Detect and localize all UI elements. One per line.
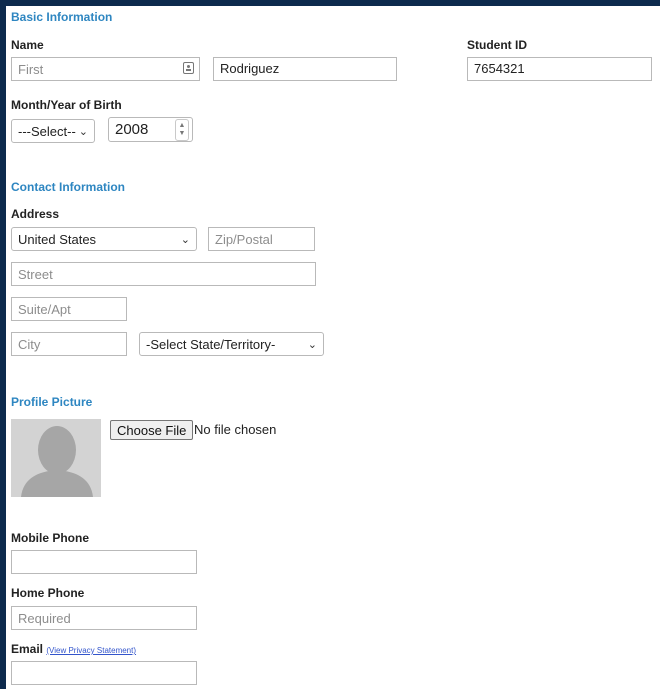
email-label: Email (11, 642, 44, 656)
avatar (11, 419, 101, 497)
student-id-input[interactable]: 7654321 (467, 57, 652, 81)
birth-year-value: 2008 (115, 121, 149, 138)
birth-month-value: ---Select-- (18, 123, 76, 139)
street-input[interactable] (11, 262, 316, 286)
home-phone-input[interactable] (11, 606, 197, 630)
dob-label: Month/Year of Birth (11, 98, 122, 112)
basic-info-heading: Basic Information (11, 10, 113, 24)
email-input[interactable] (11, 661, 197, 685)
home-phone-label: Home Phone (11, 586, 85, 600)
suite-input[interactable] (11, 297, 127, 321)
country-select[interactable]: United States ⌄ (11, 227, 197, 251)
first-name-field-wrap (11, 57, 200, 81)
chevron-down-icon: ⌄ (78, 125, 88, 138)
state-value: -Select State/Territory- (146, 336, 276, 352)
profile-picture-heading: Profile Picture (11, 395, 93, 409)
name-label: Name (11, 38, 44, 52)
birth-year-input[interactable]: 2008 ▲ ▼ (108, 117, 193, 142)
spinner-arrows-icon[interactable]: ▲ ▼ (175, 118, 189, 141)
chevron-down-icon: ⌄ (180, 233, 190, 246)
privacy-statement-link[interactable]: (View Privacy Statement) (46, 646, 136, 655)
mobile-phone-label: Mobile Phone (11, 531, 89, 545)
mobile-phone-input[interactable] (11, 550, 197, 574)
address-label: Address (11, 207, 60, 221)
avatar-silhouette-icon (21, 426, 93, 497)
birth-month-select[interactable]: ---Select-- ⌄ (11, 119, 95, 143)
form-panel: Basic Information Name Student ID Rodrig… (6, 6, 660, 689)
student-id-label: Student ID (467, 38, 527, 52)
contact-info-heading: Contact Information (11, 180, 125, 194)
state-select[interactable]: -Select State/Territory- ⌄ (139, 332, 324, 356)
chevron-down-icon: ⌄ (307, 338, 317, 351)
email-label-row: Email (View Privacy Statement) (11, 642, 136, 656)
country-value: United States (18, 231, 97, 247)
contact-card-icon[interactable] (183, 62, 194, 74)
choose-file-button[interactable]: Choose File (110, 420, 194, 440)
city-input[interactable] (11, 332, 127, 356)
last-name-input[interactable]: Rodriguez (213, 57, 397, 81)
no-file-text: No file chosen (194, 422, 277, 437)
first-name-input[interactable] (11, 57, 200, 81)
zip-input[interactable] (208, 227, 315, 251)
